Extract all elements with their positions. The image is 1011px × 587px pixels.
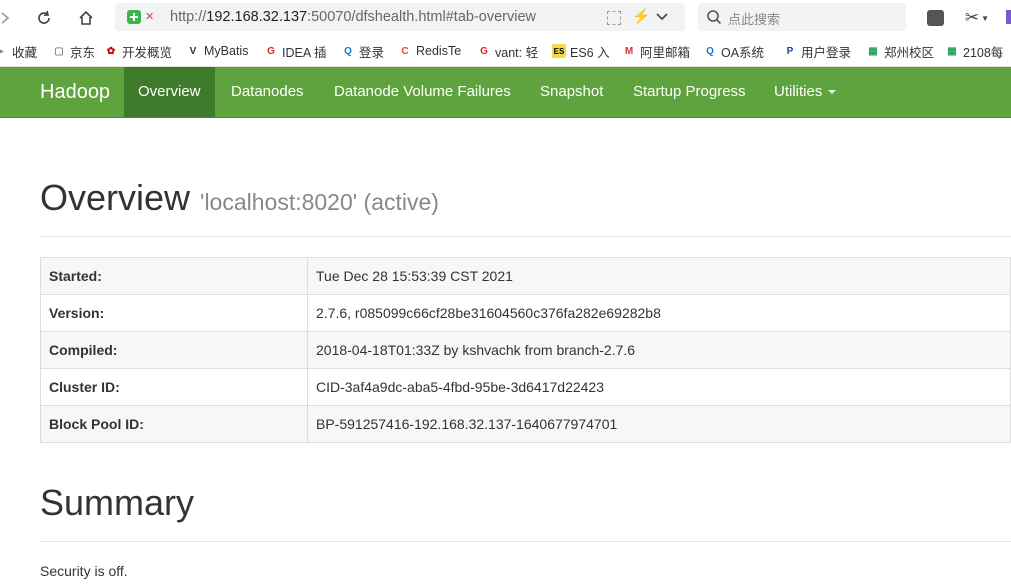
search-placeholder: 点此搜索 — [728, 12, 781, 27]
g-icon: G — [480, 45, 488, 57]
search-box[interactable]: 点此搜索 — [698, 3, 906, 31]
bookmark-item[interactable]: V MyBatis — [186, 43, 249, 59]
hadoop-navbar: Hadoop Overview Datanodes Datanode Volum… — [0, 67, 1011, 118]
page-icon: ▢ — [54, 45, 64, 57]
bookmark-item[interactable]: ✿ 开发概览 — [104, 43, 173, 60]
mybatis-icon: V — [189, 45, 197, 57]
bookmark-label: 阿里邮箱 — [640, 45, 691, 60]
bookmark-label: 京东 — [70, 45, 96, 60]
overview-title: Overview — [40, 177, 191, 218]
bookmark-item[interactable]: ▸ 收藏 — [0, 43, 38, 60]
reload-icon[interactable] — [33, 7, 55, 29]
table-row: Started: Tue Dec 28 15:53:39 CST 2021 — [40, 257, 1011, 295]
bookmark-item[interactable]: Gvant: 轻 — [477, 43, 539, 60]
lightning-icon[interactable]: ⚡ — [632, 7, 651, 25]
namenode-subtitle: 'localhost:8020' (active) — [200, 189, 439, 215]
bookmark-label: ES6 入 — [570, 45, 610, 60]
c-icon: C — [401, 45, 409, 57]
bookmark-label: 收藏 — [12, 45, 38, 60]
sheet-icon: ▦ — [947, 45, 957, 57]
row-label: Cluster ID: — [40, 368, 308, 406]
search-icon — [706, 9, 722, 30]
shield-icon — [127, 10, 141, 24]
bookmark-label: 2108每 — [963, 45, 1004, 60]
p-icon: P — [786, 45, 794, 57]
bookmark-label: MyBatis — [204, 44, 249, 58]
address-bar[interactable]: ✕ http://192.168.32.137:50070/dfshealth.… — [115, 3, 685, 31]
bookmark-label: 郑州校区 — [884, 45, 935, 60]
row-value: Tue Dec 28 15:53:39 CST 2021 — [307, 257, 1011, 295]
bookmark-item[interactable]: P 用户登录 — [783, 43, 852, 60]
row-label: Block Pool ID: — [40, 405, 308, 443]
table-row: Version: 2.7.6, r085099c66cf28be31604560c… — [40, 294, 1011, 332]
table-row: Compiled: 2018-04-18T01:33Z by kshvachk f… — [40, 331, 1011, 369]
row-value: BP-591257416-192.168.32.137-164067797470… — [307, 405, 1011, 443]
g-icon: G — [267, 45, 275, 57]
tab-startup-progress[interactable]: Startup Progress — [619, 67, 760, 117]
huawei-icon: ✿ — [106, 45, 116, 57]
tab-snapshot[interactable]: Snapshot — [526, 67, 617, 117]
bookmarks-bar: ▸ 收藏 ▢ 京东 ✿ 开发概览 V MyBatis G IDEA 插 Q 登录 C RedisTe Gva… — [0, 36, 1011, 67]
bookmark-item[interactable]: ▢ 京东 — [52, 43, 96, 60]
q-icon: Q — [706, 45, 714, 57]
table-row: Cluster ID: CID-3af4a9dc-aba5-4fbd-95be-3… — [40, 368, 1011, 406]
table-row: Block Pool ID: BP-591257416-192.168.32.13… — [40, 405, 1011, 443]
caret-down-icon — [828, 90, 837, 95]
browser-toolbar: ✕ http://192.168.32.137:50070/dfshealth.… — [0, 0, 1011, 36]
home-icon[interactable] — [75, 7, 97, 29]
bookmark-label: 登录 — [359, 45, 385, 60]
bookmark-item[interactable]: C RedisTe — [398, 43, 461, 59]
bookmark-item[interactable]: Q OA系统 — [703, 43, 765, 60]
es-icon: ES — [552, 44, 566, 58]
tab-datanodes[interactable]: Datanodes — [217, 67, 318, 117]
row-value: CID-3af4a9dc-aba5-4fbd-95be-3d6417d22423 — [307, 368, 1011, 406]
row-value: 2.7.6, r085099c66cf28be31604560c376fa282… — [307, 294, 1011, 332]
bookmark-item[interactable]: ES ES6 入 — [552, 43, 610, 60]
tab-datanode-volume-failures[interactable]: Datanode Volume Failures — [320, 67, 525, 117]
overview-table: Started: Tue Dec 28 15:53:39 CST 2021 Vers… — [40, 257, 1011, 443]
row-label: Compiled: — [40, 331, 308, 369]
tab-utilities[interactable]: Utilities — [760, 67, 850, 117]
scissors-icon[interactable]: ✂ ▼ — [960, 7, 994, 29]
extension-icon[interactable] — [1006, 10, 1011, 24]
divider — [40, 236, 1011, 237]
bookmark-item[interactable]: G IDEA 插 — [264, 43, 327, 60]
q-icon: Q — [344, 45, 352, 57]
summary-title: Summary — [40, 482, 195, 523]
bookmark-item[interactable]: Q 登录 — [341, 43, 385, 60]
bookmark-label: vant: 轻 — [495, 45, 539, 60]
row-label: Started: — [40, 257, 308, 295]
page-title: Overview 'localhost:8020' (active) — [40, 177, 439, 219]
sheet-icon: ▦ — [868, 45, 878, 57]
security-status: Security is off. — [40, 563, 128, 579]
bookmark-item[interactable]: M 阿里邮箱 — [622, 43, 691, 60]
bookmark-label: OA系统 — [721, 45, 765, 60]
bookmark-item[interactable]: ▦ 2108每 — [945, 43, 1004, 60]
bookmark-label: IDEA 插 — [282, 45, 327, 60]
bookmark-label: 用户登录 — [801, 45, 852, 60]
insecure-icon: ✕ — [145, 11, 155, 23]
bookmark-label: RedisTe — [416, 44, 462, 58]
row-value: 2018-04-18T01:33Z by kshvachk from branc… — [307, 331, 1011, 369]
tab-overview[interactable]: Overview — [124, 67, 215, 117]
divider — [40, 541, 1011, 542]
row-label: Version: — [40, 294, 308, 332]
forward-icon[interactable] — [0, 7, 16, 29]
star-folder-icon: ▸ — [0, 44, 8, 58]
utilities-label: Utilities — [774, 83, 823, 100]
bookmark-item[interactable]: ▦ 郑州校区 — [866, 43, 935, 60]
brand-link[interactable]: Hadoop — [40, 81, 110, 104]
qr-icon[interactable] — [607, 11, 621, 25]
m-icon: M — [624, 45, 634, 57]
bookmark-label: 开发概览 — [122, 45, 173, 60]
chevron-down-icon[interactable] — [655, 10, 669, 29]
url-text[interactable]: http://192.168.32.137:50070/dfshealth.ht… — [170, 9, 536, 25]
reader-icon[interactable] — [924, 7, 946, 29]
